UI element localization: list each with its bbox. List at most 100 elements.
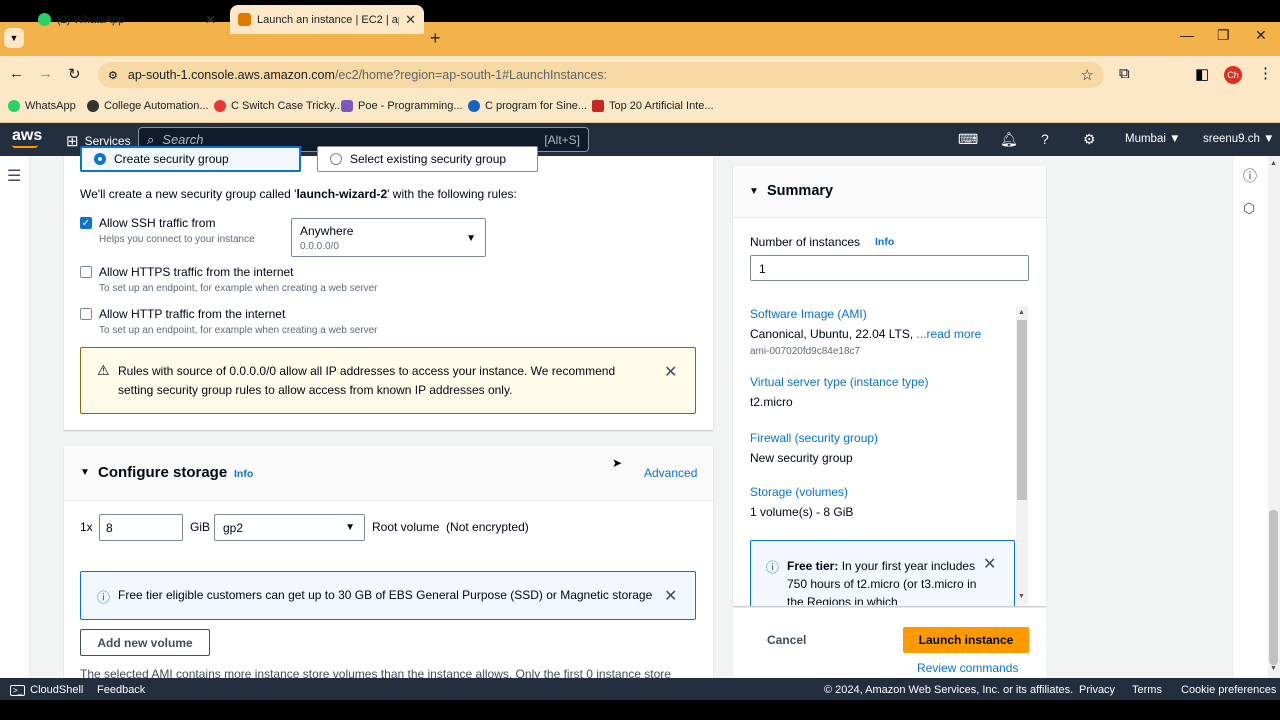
cloudshell-link[interactable]: >_ CloudShell xyxy=(10,684,83,696)
help-icon[interactable]: ? xyxy=(1041,131,1049,147)
storage-alert-text: Free tier eligible customers can get up … xyxy=(118,588,653,602)
storage-value: 1 volume(s) - 8 GiB xyxy=(750,505,854,519)
num-instances-input[interactable]: 1 xyxy=(750,255,1029,281)
caret-down-icon: ▼ xyxy=(345,522,355,533)
bookmark-item[interactable]: C program for Sine... xyxy=(468,100,587,112)
scroll-down-icon[interactable]: ▼ xyxy=(1018,593,1025,600)
extensions-icon[interactable]: ⧉ xyxy=(1119,65,1130,82)
https-sublabel: To set up an endpoint, for example when … xyxy=(99,283,378,294)
bookmark-label: C program for Sine... xyxy=(485,100,588,112)
ssh-source-select[interactable]: Anywhere 0.0.0.0/0 ▼ xyxy=(291,218,486,257)
tab-whatsapp[interactable]: (2) WhatsApp ✕ xyxy=(30,5,224,34)
radio-dot xyxy=(94,153,106,165)
launch-instance-button[interactable]: Launch instance xyxy=(903,627,1029,653)
minimize-icon[interactable]: — xyxy=(1180,27,1194,43)
forward-icon[interactable]: → xyxy=(38,65,53,82)
privacy-link[interactable]: Privacy xyxy=(1079,684,1115,696)
advanced-link[interactable]: Advanced xyxy=(644,466,697,480)
ami-value-text: Canonical, Ubuntu, 22.04 LTS, xyxy=(750,327,917,341)
browser-menu-icon[interactable]: ⋮ xyxy=(1258,64,1273,82)
info-circle-icon: ⓘ xyxy=(766,560,780,575)
summary-title[interactable]: Summary xyxy=(767,183,833,199)
side-panel-icon[interactable]: ◧ xyxy=(1195,65,1209,83)
close-tab-icon[interactable]: ✕ xyxy=(405,12,416,28)
num-instances-info-link[interactable]: Info xyxy=(875,236,894,248)
cookie-preferences-link[interactable]: Cookie preferences xyxy=(1181,684,1276,696)
warning-text: Rules with source of 0.0.0.0/0 allow all… xyxy=(118,364,616,397)
bookmark-item[interactable]: College Automation... xyxy=(87,100,209,112)
new-tab-icon[interactable]: + xyxy=(430,28,441,49)
page-scrollbar-thumb[interactable] xyxy=(1269,510,1278,665)
search-placeholder: Search xyxy=(162,132,204,147)
menu-hamburger-icon[interactable]: ☰ xyxy=(7,166,21,186)
volume-type-select[interactable]: gp2 ▼ xyxy=(214,514,365,541)
ami-label-link[interactable]: Software Image (AMI) xyxy=(750,307,867,321)
terms-link[interactable]: Terms xyxy=(1132,684,1162,696)
create-security-group-radio[interactable]: Create security group xyxy=(80,146,301,172)
settings-gear-icon[interactable]: ⚙ xyxy=(1083,131,1096,148)
url-host: ap-south-1.console.aws.amazon.com xyxy=(127,68,335,82)
feedback-link[interactable]: Feedback xyxy=(97,684,145,696)
tab-search-icon[interactable]: ▼ xyxy=(4,28,24,48)
scroll-up-icon[interactable]: ▲ xyxy=(1018,309,1025,316)
volume-size-input[interactable]: 8 xyxy=(99,514,183,541)
poe-icon xyxy=(341,100,353,112)
right-rail xyxy=(1232,156,1268,678)
restore-icon[interactable]: ❐ xyxy=(1217,27,1230,44)
back-icon[interactable]: ← xyxy=(9,65,24,82)
warning-triangle-icon: ⚠ xyxy=(97,362,110,378)
close-tab-icon[interactable]: ✕ xyxy=(205,12,216,28)
sg-text-prefix: We'll create a new security group called… xyxy=(80,187,297,201)
bookmark-item[interactable]: Top 20 Artificial Inte... xyxy=(592,100,714,112)
ami-read-more-link[interactable]: ...read more xyxy=(917,327,982,341)
tools-icon[interactable]: ⬡ xyxy=(1243,200,1255,217)
volume-count: 1x xyxy=(80,520,93,534)
security-group-name: launch-wizard-2 xyxy=(296,187,388,201)
url-path: /ec2/home?region=ap-south-1#LaunchInstan… xyxy=(334,68,608,82)
https-checkbox[interactable] xyxy=(80,266,92,278)
profile-avatar[interactable]: Ch xyxy=(1224,66,1242,84)
add-new-volume-button[interactable]: Add new volume xyxy=(80,629,210,656)
dismiss-info-icon[interactable]: ✕ xyxy=(664,586,677,606)
collapse-caret-icon[interactable]: ▼ xyxy=(80,467,90,478)
aws-logo[interactable]: aws xyxy=(12,127,42,145)
ssh-checkbox[interactable]: ✓ xyxy=(80,217,92,229)
instance-type-value: t2.micro xyxy=(750,395,793,409)
tab-ec2-launch[interactable]: Launch an instance | EC2 | ap-sc ✕ xyxy=(230,5,424,34)
bookmark-item[interactable]: C Switch Case Tricky... xyxy=(214,100,343,112)
reload-icon[interactable]: ↻ xyxy=(68,65,81,83)
close-window-icon[interactable]: ✕ xyxy=(1255,27,1267,44)
dismiss-warning-icon[interactable]: ✕ xyxy=(664,362,677,382)
bookmark-label: Top 20 Artificial Inte... xyxy=(609,100,714,112)
region-selector[interactable]: Mumbai ▼ xyxy=(1125,133,1180,145)
instance-type-label-link[interactable]: Virtual server type (instance type) xyxy=(750,375,929,389)
storage-info-link[interactable]: Info xyxy=(234,468,253,480)
storage-label-link[interactable]: Storage (volumes) xyxy=(750,485,848,499)
site-info-icon[interactable]: ⚙ xyxy=(108,69,118,82)
tab-title: (2) WhatsApp xyxy=(57,13,125,26)
address-bar[interactable]: ⚙ ap-south-1.console.aws.amazon.com/ec2/… xyxy=(98,62,1104,88)
ssh-source-value: Anywhere xyxy=(300,224,354,238)
select-existing-security-group-radio[interactable]: Select existing security group xyxy=(317,146,538,172)
bookmark-item[interactable]: WhatsApp xyxy=(8,100,76,112)
bookmark-star-icon[interactable]: ☆ xyxy=(1081,66,1094,84)
college-icon xyxy=(87,100,99,112)
collapse-caret-icon[interactable]: ▼ xyxy=(749,186,759,197)
dismiss-free-tier-icon[interactable]: ✕ xyxy=(983,554,996,574)
copyright-text: © 2024, Amazon Web Services, Inc. or its… xyxy=(824,684,1074,696)
scroll-down-icon[interactable]: ▼ xyxy=(1270,665,1277,672)
scroll-up-icon[interactable]: ▲ xyxy=(1270,160,1277,167)
cancel-button[interactable]: Cancel xyxy=(767,633,806,647)
caret-down-icon: ▼ xyxy=(466,233,476,244)
bookmark-item[interactable]: Poe - Programming... xyxy=(341,100,463,112)
info-panel-icon[interactable]: ⓘ xyxy=(1243,166,1257,186)
cloudshell-icon[interactable]: ⌨ xyxy=(958,131,978,148)
http-checkbox[interactable] xyxy=(80,308,92,320)
summary-scrollbar-thumb[interactable] xyxy=(1017,320,1027,500)
review-commands-link[interactable]: Review commands xyxy=(917,661,1018,675)
firewall-label-link[interactable]: Firewall (security group) xyxy=(750,431,878,445)
notifications-icon[interactable]: 🔔︎ xyxy=(1000,131,1018,148)
sg-text-suffix: ' with the following rules: xyxy=(387,187,517,201)
storage-title[interactable]: Configure storage xyxy=(98,464,227,481)
account-menu[interactable]: sreenu9.ch ▼ xyxy=(1203,133,1274,145)
